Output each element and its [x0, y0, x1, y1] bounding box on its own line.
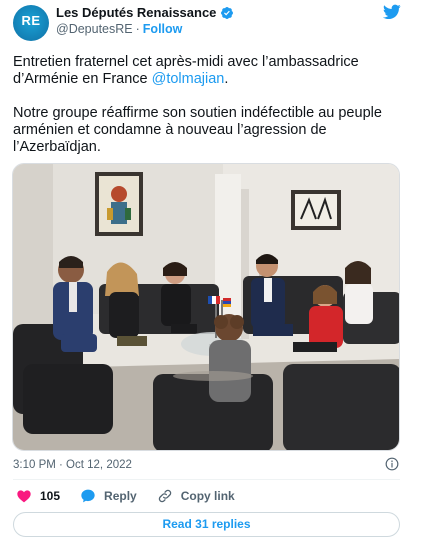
divider	[13, 479, 400, 480]
reply-icon	[81, 489, 95, 503]
reply-label: Reply	[104, 489, 137, 503]
like-count: 105	[40, 489, 61, 503]
meeting-photo-illustration	[13, 164, 399, 450]
info-icon[interactable]	[385, 457, 399, 471]
verified-badge-icon	[221, 6, 234, 19]
mention-link[interactable]: @tolmajian	[152, 71, 225, 87]
tweet-paragraph-1: Entretien fraternel cet après-midi avec …	[13, 54, 405, 88]
like-button[interactable]: 105	[16, 488, 60, 504]
author-handle-line: @DeputesRE · Follow	[56, 22, 182, 36]
tweet-text: Entretien fraternel cet après-midi avec …	[13, 54, 405, 173]
tweet-paragraph-1-end: .	[224, 71, 229, 87]
twitter-bird-icon[interactable]	[383, 4, 401, 20]
author-display-name[interactable]: Les Députés Renaissance	[56, 5, 216, 20]
tweet-card: RE Les Députés Renaissance @DeputesRE · …	[0, 0, 421, 545]
tweet-paragraph-2: Notre groupe réaffirme son soutien indéf…	[13, 105, 382, 155]
copy-link-label: Copy link	[180, 489, 235, 503]
link-icon	[158, 489, 171, 503]
handle-separator: ·	[135, 22, 140, 36]
tweet-photo[interactable]	[12, 163, 400, 451]
author-handle[interactable]: @DeputesRE	[56, 22, 133, 36]
copy-link-button[interactable]: Copy link	[157, 488, 235, 504]
author-name-line: Les Députés Renaissance	[56, 5, 234, 20]
follow-button[interactable]: Follow	[143, 22, 183, 36]
tweet-timestamp[interactable]: 3:10 PM · Oct 12, 2022	[13, 459, 132, 471]
read-replies-button[interactable]: Read 31 replies	[13, 512, 400, 537]
reply-button[interactable]: Reply	[80, 488, 137, 504]
tweet-actions: 105 Reply Copy link	[16, 488, 255, 504]
avatar-initials: RE	[21, 13, 41, 28]
avatar[interactable]: RE	[13, 5, 49, 41]
heart-icon	[17, 490, 31, 503]
